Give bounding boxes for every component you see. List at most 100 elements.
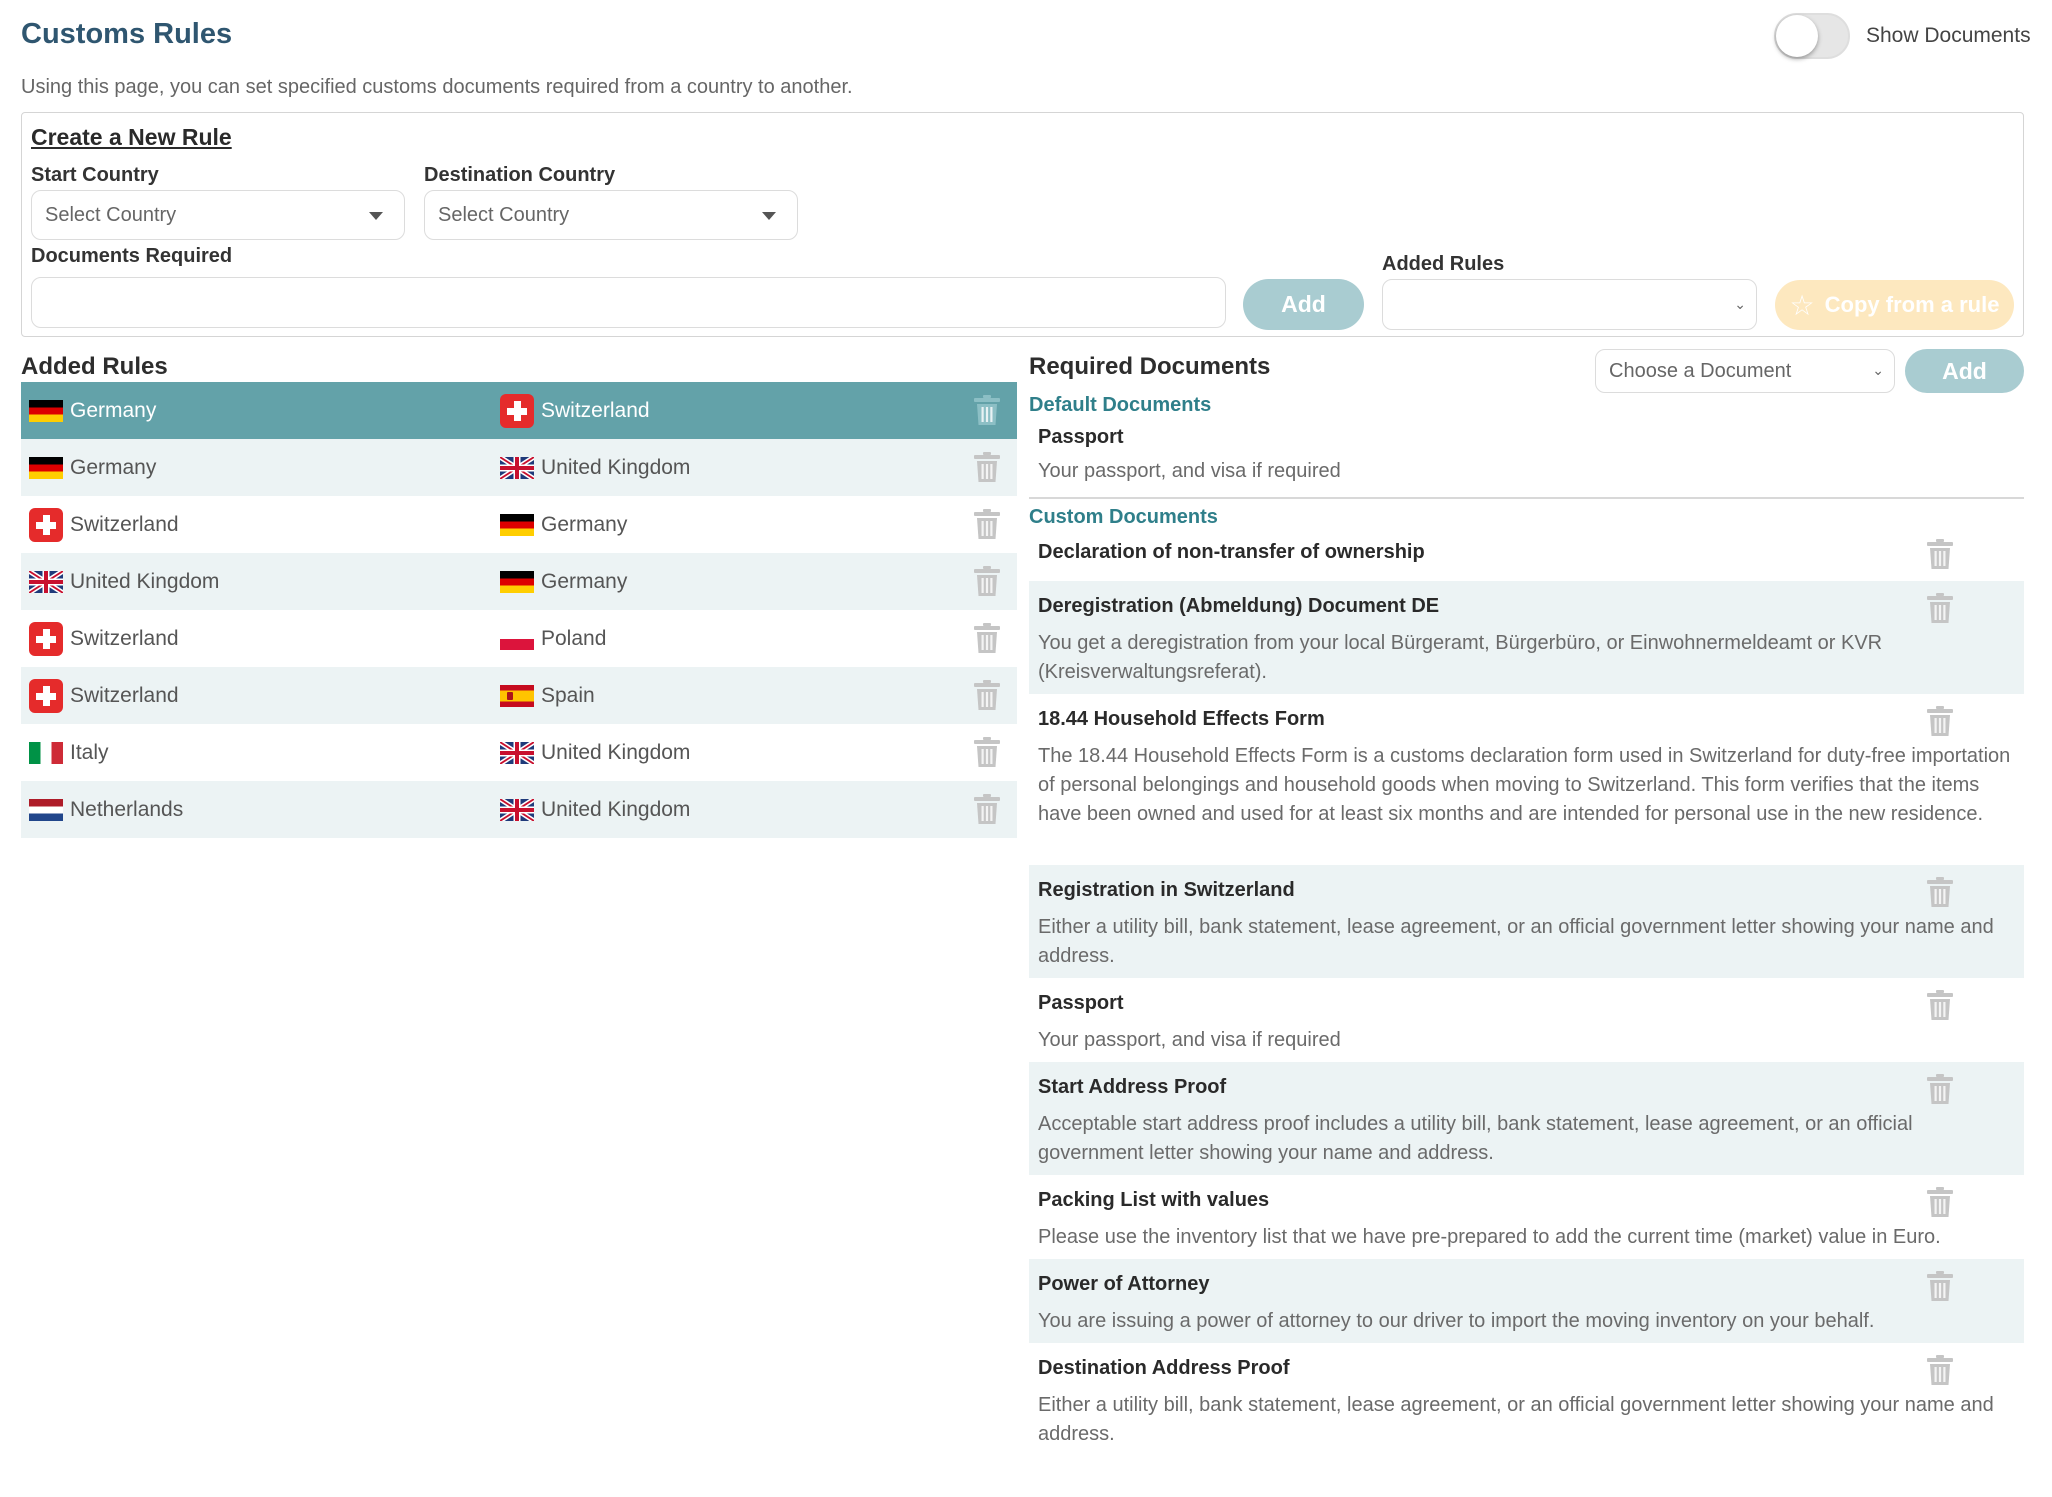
- rule-row[interactable]: Switzerland Spain: [21, 667, 1017, 724]
- country-name: Netherlands: [70, 797, 184, 821]
- document-item: 18.44 Household Effects Form The 18.44 Ho…: [1029, 694, 2024, 865]
- added-rules-title: Added Rules: [21, 353, 168, 380]
- trash-icon[interactable]: [1927, 1074, 1953, 1104]
- caret-down-icon: [369, 212, 383, 220]
- document-name: Packing List with values: [1038, 1189, 1270, 1211]
- rule-to-country: Poland: [500, 627, 606, 651]
- rule-from-country: Switzerland: [29, 621, 179, 656]
- country-name: Germany: [541, 512, 628, 536]
- country-name: Italy: [70, 740, 109, 764]
- country-name: Germany: [70, 455, 157, 479]
- add-document-button[interactable]: Add: [1243, 279, 1364, 330]
- trash-icon[interactable]: [974, 737, 1000, 767]
- page-title: Customs Rules: [21, 18, 233, 50]
- rule-from-country: United Kingdom: [29, 570, 219, 594]
- rule-to-country: Switzerland: [500, 393, 650, 428]
- document-item: Packing List with values Please use the i…: [1029, 1175, 2024, 1259]
- flag-uk-icon: [29, 570, 63, 593]
- document-name: Destination Address Proof: [1038, 1357, 1290, 1379]
- rule-row[interactable]: Switzerland Poland: [21, 610, 1017, 667]
- document-name: Passport: [1038, 426, 1124, 448]
- document-item: Power of Attorney You are issuing a power…: [1029, 1259, 2024, 1343]
- start-country-select[interactable]: Select Country: [31, 190, 405, 240]
- rule-to-country: Germany: [500, 513, 627, 537]
- country-name: Switzerland: [70, 683, 179, 707]
- choose-document-placeholder: Choose a Document: [1609, 359, 1792, 382]
- trash-icon[interactable]: [1927, 877, 1953, 907]
- trash-icon[interactable]: [1927, 1271, 1953, 1301]
- destination-country-select[interactable]: Select Country: [424, 190, 798, 240]
- flag-de-icon: [500, 570, 534, 593]
- rule-from-country: Switzerland: [29, 678, 179, 713]
- start-country-label: Start Country: [31, 164, 159, 186]
- flag-de-icon: [29, 456, 63, 479]
- country-name: Germany: [541, 569, 628, 593]
- flag-nl-icon: [29, 798, 63, 821]
- country-name: Switzerland: [70, 512, 179, 536]
- trash-icon[interactable]: [974, 680, 1000, 710]
- flag-ch-icon: [500, 393, 534, 428]
- rule-row[interactable]: Italy United Kingdom: [21, 724, 1017, 781]
- trash-icon[interactable]: [974, 623, 1000, 653]
- rule-from-country: Italy: [29, 741, 109, 765]
- added-rules-select[interactable]: ⌄: [1382, 279, 1757, 330]
- country-name: United Kingdom: [541, 797, 691, 821]
- document-item: Registration in Switzerland Either a util…: [1029, 865, 2024, 978]
- rule-row[interactable]: United Kingdom Germany: [21, 553, 1017, 610]
- default-documents-title: Default Documents: [1029, 394, 1212, 416]
- trash-icon[interactable]: [1927, 706, 1953, 736]
- flag-es-icon: [500, 684, 534, 707]
- rule-from-country: Netherlands: [29, 798, 183, 822]
- trash-icon[interactable]: [1927, 1187, 1953, 1217]
- country-name: Poland: [541, 626, 607, 650]
- trash-icon[interactable]: [1927, 990, 1953, 1020]
- toggle-label: Show Documents: [1866, 24, 2031, 47]
- rule-row[interactable]: Switzerland Germany: [21, 496, 1017, 553]
- country-name: United Kingdom: [70, 569, 220, 593]
- rule-to-country: United Kingdom: [500, 741, 690, 765]
- document-name: 18.44 Household Effects Form: [1038, 708, 1325, 730]
- trash-icon[interactable]: [974, 509, 1000, 539]
- flag-it-icon: [29, 741, 63, 764]
- flag-uk-icon: [500, 741, 534, 764]
- document-description: Your passport, and visa if required: [1038, 1029, 1341, 1051]
- trash-icon[interactable]: [974, 395, 1000, 425]
- trash-icon[interactable]: [1927, 539, 1953, 569]
- flag-ch-icon: [29, 621, 63, 656]
- country-name: Germany: [70, 398, 157, 422]
- document-name: Registration in Switzerland: [1038, 879, 1295, 901]
- destination-country-value: Select Country: [438, 203, 570, 226]
- trash-icon[interactable]: [1927, 593, 1953, 623]
- add-required-document-button[interactable]: Add: [1905, 349, 2024, 393]
- documents-required-label: Documents Required: [31, 245, 233, 267]
- flag-uk-icon: [500, 456, 534, 479]
- rule-row[interactable]: Germany Switzerland: [21, 382, 1017, 439]
- caret-down-icon: [762, 212, 776, 220]
- rule-from-country: Germany: [29, 399, 156, 423]
- country-name: United Kingdom: [541, 740, 691, 764]
- choose-document-select[interactable]: Choose a Document ⌄: [1595, 349, 1895, 393]
- trash-icon[interactable]: [974, 452, 1000, 482]
- copy-from-rule-button[interactable]: ☆ Copy from a rule: [1775, 280, 2014, 330]
- document-item: Start Address Proof Acceptable start addr…: [1029, 1062, 2024, 1175]
- rule-to-country: Spain: [500, 684, 595, 708]
- document-name: Declaration of non-transfer of ownership: [1038, 541, 1425, 563]
- section-divider: [1029, 497, 2024, 499]
- trash-icon[interactable]: [974, 566, 1000, 596]
- show-documents-toggle[interactable]: [1774, 13, 1850, 59]
- rule-row[interactable]: Netherlands United Kingdom: [21, 781, 1017, 838]
- rule-to-country: United Kingdom: [500, 798, 690, 822]
- rule-to-country: Germany: [500, 570, 627, 594]
- document-description: Please use the inventory list that we ha…: [1038, 1226, 1941, 1248]
- rules-list: Germany Switzerland Germany United Kingdom S…: [21, 382, 1017, 838]
- trash-icon[interactable]: [974, 794, 1000, 824]
- flag-ch-icon: [29, 507, 63, 542]
- documents-required-input[interactable]: [31, 277, 1226, 328]
- rule-from-country: Switzerland: [29, 507, 179, 542]
- document-item: Deregistration (Abmeldung) Document DE Yo…: [1029, 581, 2024, 694]
- rule-to-country: United Kingdom: [500, 456, 690, 480]
- document-description: You get a deregistration from your local…: [1038, 632, 1883, 683]
- rule-row[interactable]: Germany United Kingdom: [21, 439, 1017, 496]
- destination-country-label: Destination Country: [424, 164, 616, 186]
- trash-icon[interactable]: [1927, 1355, 1953, 1385]
